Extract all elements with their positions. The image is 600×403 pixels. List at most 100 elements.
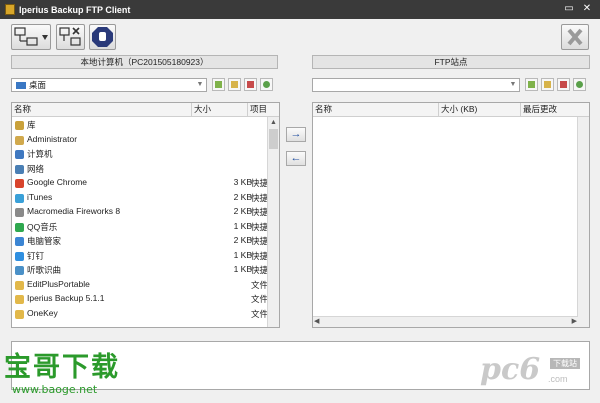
watermark-site-name: 宝哥下载	[4, 352, 120, 383]
list-item[interactable]: EditPlusPortable 文件	[12, 278, 268, 293]
network-icon	[15, 164, 24, 174]
column-header-name[interactable]: 名称	[313, 103, 439, 117]
watermark-logo-tag: 下载站	[550, 358, 580, 369]
list-item[interactable]: 网络	[12, 162, 268, 177]
list-item[interactable]: OneKey 文件	[12, 307, 268, 322]
list-item-type: 快捷	[251, 265, 269, 275]
ftp-delete-button[interactable]	[557, 78, 570, 91]
local-rows: 库 Administrator 计算机 网络 Google Chrome 3 KB 快捷 iT…	[12, 118, 268, 321]
folder-icon	[15, 280, 24, 290]
list-item-name: EditPlusPortable	[27, 278, 90, 289]
list-item-size: 1 KB	[233, 249, 252, 260]
list-item-size: 1 KB	[233, 220, 252, 231]
scroll-up-icon[interactable]: ▲	[268, 117, 279, 129]
list-item-type: 快捷	[251, 236, 269, 246]
network-connect-icon	[14, 27, 48, 46]
list-item-name: Iperius Backup 5.1.1	[27, 293, 105, 303]
list-item[interactable]: 计算机	[12, 147, 268, 162]
pc-manager-icon	[15, 237, 24, 246]
network-disconnect-icon	[59, 27, 81, 46]
list-item[interactable]: QQ音乐 1 KB 快捷	[12, 220, 268, 235]
column-header-size[interactable]: 大小	[192, 103, 248, 117]
list-item-name: OneKey	[27, 307, 58, 318]
list-item-name: QQ音乐	[27, 221, 58, 232]
upload-button[interactable]: →	[286, 127, 306, 142]
connect-button[interactable]	[11, 24, 51, 50]
list-item-size: 2 KB	[233, 191, 252, 202]
list-item[interactable]: 听歌识曲 1 KB 快捷	[12, 263, 268, 278]
title-bar: Iperius Backup FTP Client ▭ ✕	[0, 0, 600, 19]
local-refresh-button[interactable]	[260, 78, 273, 91]
scroll-right-icon[interactable]: ▶	[572, 317, 577, 325]
list-item-type: 文件	[251, 308, 269, 319]
list-item-type: 文件	[251, 279, 269, 290]
new-folder-icon	[231, 81, 238, 88]
list-item[interactable]: 电脑管家 2 KB 快捷	[12, 234, 268, 249]
local-file-list[interactable]: 名称 大小 项目 库 Administrator 计算机网络 Google Chrom…	[11, 102, 280, 328]
exit-button[interactable]	[561, 24, 589, 50]
list-item[interactable]: Administrator	[12, 133, 268, 148]
download-button[interactable]: ←	[286, 151, 306, 166]
list-item[interactable]: Google Chrome 3 KB 快捷	[12, 176, 268, 191]
desktop-icon	[16, 82, 26, 90]
column-header-type[interactable]: 项目	[248, 103, 279, 117]
chevron-down-icon[interactable]: ▼	[195, 80, 205, 90]
list-item-name: Google Chrome	[27, 177, 88, 187]
local-path-select[interactable]: 桌面 ▼	[11, 78, 207, 92]
scroll-left-icon[interactable]: ◀	[314, 317, 319, 325]
list-item-size: 2 KB	[233, 235, 252, 245]
new-folder-icon	[544, 81, 551, 88]
list-item-name: Administrator	[27, 133, 78, 144]
ftp-new-folder-button[interactable]	[541, 78, 554, 91]
ftp-path-select[interactable]: ▼	[312, 78, 520, 92]
disconnect-button[interactable]	[56, 24, 85, 50]
ftp-horizontal-scrollbar[interactable]: ◀ ▶	[313, 316, 578, 327]
list-item-name: 网络	[27, 163, 45, 174]
list-item[interactable]: 库	[12, 118, 268, 133]
ftp-vertical-scrollbar[interactable]	[577, 117, 589, 327]
local-up-folder-button[interactable]	[212, 78, 225, 91]
list-item-type: 快捷	[251, 178, 269, 188]
watermark-site-url: www.baoge.net	[12, 383, 98, 396]
list-item[interactable]: 钉钉 1 KB 快捷	[12, 249, 268, 264]
music-recognition-icon	[15, 266, 24, 275]
watermark-logo-domain: .com	[548, 374, 568, 384]
list-item[interactable]: Macromedia Fireworks 8 2 KB 快捷	[12, 205, 268, 220]
list-item[interactable]: Iperius Backup 5.1.1 文件	[12, 292, 268, 307]
column-header-name[interactable]: 名称	[12, 103, 192, 117]
local-delete-button[interactable]	[244, 78, 257, 91]
ftp-panel-header: FTP站点	[312, 55, 590, 69]
list-item-name: 听歌识曲	[27, 265, 62, 275]
delete-icon	[247, 81, 254, 88]
minimize-button[interactable]: ▭	[562, 2, 576, 16]
stop-button[interactable]	[89, 24, 116, 50]
list-item-type: 快捷	[251, 250, 269, 261]
delete-icon	[560, 81, 567, 88]
user-folder-icon	[15, 135, 24, 145]
list-item-name: 电脑管家	[27, 236, 62, 246]
scroll-thumb[interactable]	[269, 129, 278, 149]
column-header-size[interactable]: 大小 (KB)	[439, 103, 521, 117]
ftp-up-folder-button[interactable]	[525, 78, 538, 91]
list-item-type: 快捷	[251, 221, 269, 232]
list-item-size: 1 KB	[233, 264, 252, 274]
computer-icon	[15, 150, 24, 159]
ftp-file-list[interactable]: 名称 大小 (KB) 最后更改 ◀ ▶	[312, 102, 590, 328]
chrome-icon	[15, 179, 24, 188]
ftp-refresh-button[interactable]	[573, 78, 586, 91]
list-item-name: Macromedia Fireworks 8	[27, 206, 121, 216]
chevron-down-icon[interactable]: ▼	[508, 80, 518, 90]
watermark-logo-text: pc6	[480, 352, 541, 387]
list-item-size: 3 KB	[233, 177, 252, 187]
local-vertical-scrollbar[interactable]: ▲	[267, 117, 279, 327]
folder-icon	[15, 309, 24, 319]
column-header-modified[interactable]: 最后更改	[521, 103, 589, 117]
local-new-folder-button[interactable]	[228, 78, 241, 91]
folder-icon	[15, 295, 24, 304]
list-item-name: 计算机	[27, 149, 53, 159]
list-item-name: 钉钉	[27, 250, 45, 261]
list-item-name: iTunes	[27, 191, 53, 202]
refresh-icon	[263, 81, 270, 88]
list-item[interactable]: iTunes 2 KB 快捷	[12, 191, 268, 206]
close-button[interactable]: ✕	[580, 2, 594, 16]
